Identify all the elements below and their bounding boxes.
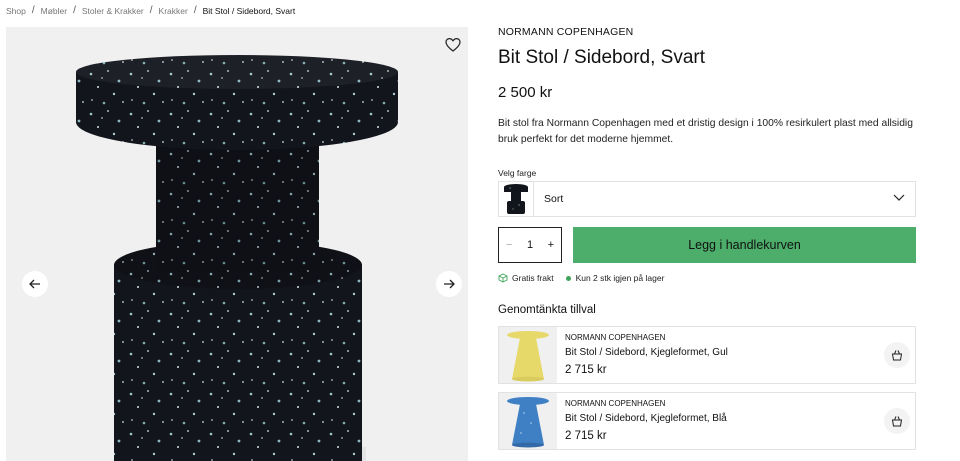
package-icon	[498, 273, 508, 283]
basket-icon	[891, 416, 903, 427]
breadcrumb-separator: /	[149, 5, 153, 16]
product-price: 2 500 kr	[498, 84, 553, 101]
free-shipping-text: Gratis frakt	[512, 273, 554, 283]
add-accessory-button[interactable]	[884, 342, 910, 368]
accessory-brand: NORMANN COPENHAGEN	[565, 333, 666, 342]
add-accessory-button[interactable]	[884, 408, 910, 434]
accessory-price: 2 715 kr	[565, 430, 607, 442]
gallery-prev-button[interactable]	[22, 271, 48, 297]
accessory-image	[499, 327, 557, 383]
accessory-name[interactable]: Bit Stol / Sidebord, Kjegleformet, Blå	[565, 413, 727, 424]
breadcrumb-krakker[interactable]: Krakker	[159, 6, 188, 16]
quantity-increase-button[interactable]: +	[548, 239, 554, 251]
product-brand[interactable]: NORMANN COPENHAGEN	[498, 26, 633, 38]
accessory-brand: NORMANN COPENHAGEN	[565, 399, 666, 408]
accessory-card[interactable]: NORMANN COPENHAGEN Bit Stol / Sidebord, …	[498, 326, 916, 384]
product-gallery	[6, 27, 468, 461]
arrow-left-icon	[29, 279, 40, 289]
quantity-stepper: − 1 +	[498, 227, 562, 263]
product-image	[76, 55, 398, 461]
color-thumbnail	[499, 182, 534, 216]
breadcrumb-separator: /	[31, 5, 35, 16]
breadcrumb-separator: /	[193, 5, 197, 16]
quantity-decrease-button[interactable]: −	[506, 239, 512, 251]
accessory-price: 2 715 kr	[565, 364, 607, 376]
accessories-heading: Genomtänkta tillval	[498, 304, 596, 316]
accessory-image	[499, 393, 557, 449]
basket-icon	[891, 350, 903, 361]
breadcrumb-shop[interactable]: Shop	[6, 6, 26, 16]
color-select-value: Sort	[544, 193, 564, 205]
breadcrumb-current: Bit Stol / Sidebord, Svart	[202, 5, 296, 16]
quantity-value[interactable]: 1	[527, 239, 533, 251]
product-title: Bit Stol / Sidebord, Svart	[498, 47, 705, 68]
stock-status-dot	[565, 275, 571, 281]
chevron-down-icon	[893, 194, 905, 201]
breadcrumb-stoler-krakker[interactable]: Stoler & Krakker	[82, 6, 144, 16]
stock-status-text: Kun 2 stk igjen på lager	[575, 273, 665, 283]
product-perks: Gratis frakt Kun 2 stk igjen på lager	[498, 273, 664, 283]
breadcrumb: Shop / Møbler / Stoler & Krakker / Krakk…	[6, 5, 295, 16]
add-to-cart-button[interactable]: Legg i handlekurven	[573, 227, 916, 263]
color-select[interactable]: Sort	[498, 181, 916, 217]
arrow-right-icon	[444, 279, 455, 289]
breadcrumb-mobler[interactable]: Møbler	[41, 6, 67, 16]
product-description: Bit stol fra Normann Copenhagen med et d…	[498, 118, 913, 145]
accessory-name[interactable]: Bit Stol / Sidebord, Kjegleformet, Gul	[565, 347, 728, 358]
gallery-next-button[interactable]	[436, 271, 462, 297]
color-label: Velg farge	[498, 168, 537, 178]
heart-icon[interactable]	[445, 37, 461, 53]
breadcrumb-separator: /	[73, 5, 76, 16]
accessory-card[interactable]: NORMANN COPENHAGEN Bit Stol / Sidebord, …	[498, 392, 916, 450]
